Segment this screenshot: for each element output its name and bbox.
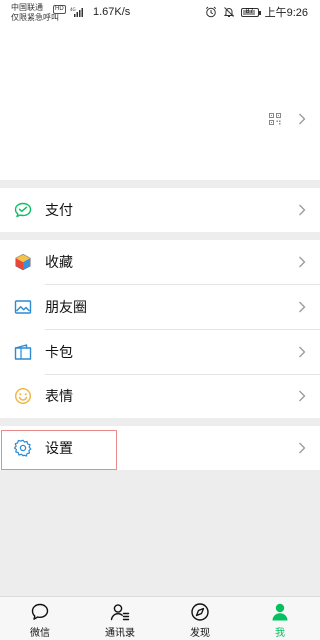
settings-highlight-box (1, 430, 117, 470)
menu-item-pay[interactable]: 支付 (0, 188, 320, 232)
tab-label-chats: 微信 (30, 628, 50, 639)
chevron-right-icon (299, 346, 306, 358)
chevron-right-icon (299, 442, 306, 454)
me-person-icon (272, 603, 288, 621)
qr-code-icon[interactable] (269, 113, 281, 125)
menu-label-moments: 朋友圈 (45, 299, 87, 315)
favorites-cube-icon (15, 253, 31, 271)
chevron-right-icon (299, 204, 306, 216)
chevron-right-icon (299, 256, 306, 268)
pay-icon (14, 202, 32, 218)
profile-header[interactable] (0, 26, 320, 180)
menu-item-stickers[interactable]: 表情 (0, 374, 320, 418)
mute-icon (223, 7, 234, 17)
menu-item-moments[interactable]: 朋友圈 (0, 285, 320, 329)
network-type-label: 4G (70, 7, 76, 12)
network-speed: 1.67K/s (93, 6, 131, 18)
menu-group-pay: 支付 (0, 188, 320, 232)
tab-label-contacts: 通讯录 (105, 628, 135, 639)
status-right: 87 上午9:26 (205, 5, 308, 19)
menu-label-cards: 卡包 (45, 344, 73, 360)
alarm-icon (205, 6, 216, 18)
menu-label-stickers: 表情 (45, 388, 73, 404)
smiley-icon (14, 387, 32, 405)
tab-label-discover: 发现 (190, 628, 210, 639)
tab-chats[interactable]: 微信 (0, 597, 80, 640)
emergency-only-text: 仅限紧急呼叫 (11, 13, 59, 22)
battery-icon: 87 (240, 7, 261, 17)
battery-level: 87 (245, 7, 254, 15)
clock: 上午9:26 (264, 7, 308, 19)
tab-discover[interactable]: 发现 (160, 597, 240, 640)
chat-icon (31, 603, 49, 620)
status-bar: 中国联通 仅限紧急呼叫 HD 4G 1.67K/s 87 上午9:26 (0, 0, 320, 26)
moments-photo-icon (14, 300, 32, 314)
carrier-name: 中国联通 (11, 3, 43, 12)
signal-icon: 4G (70, 7, 83, 17)
hd-badge: HD (53, 5, 66, 14)
tab-me[interactable]: 我 (240, 597, 320, 640)
menu-item-favorites[interactable]: 收藏 (0, 240, 320, 284)
chevron-right-icon (299, 301, 306, 313)
chevron-right-icon (299, 390, 306, 402)
tab-label-me: 我 (275, 628, 285, 639)
chevron-right-icon (299, 113, 306, 125)
menu-label-pay: 支付 (45, 202, 73, 218)
tab-contacts[interactable]: 通讯录 (80, 597, 160, 640)
card-wallet-icon (14, 344, 32, 360)
discover-compass-icon (191, 603, 209, 621)
carrier-info: 中国联通 仅限紧急呼叫 (11, 3, 59, 23)
menu-item-cards[interactable]: 卡包 (0, 330, 320, 374)
menu-group-main: 收藏 朋友圈 卡包 表情 (0, 240, 320, 418)
bottom-tab-bar: 微信 通讯录 发现 我 (0, 596, 320, 640)
menu-label-favorites: 收藏 (45, 254, 73, 270)
contacts-icon (110, 604, 130, 621)
